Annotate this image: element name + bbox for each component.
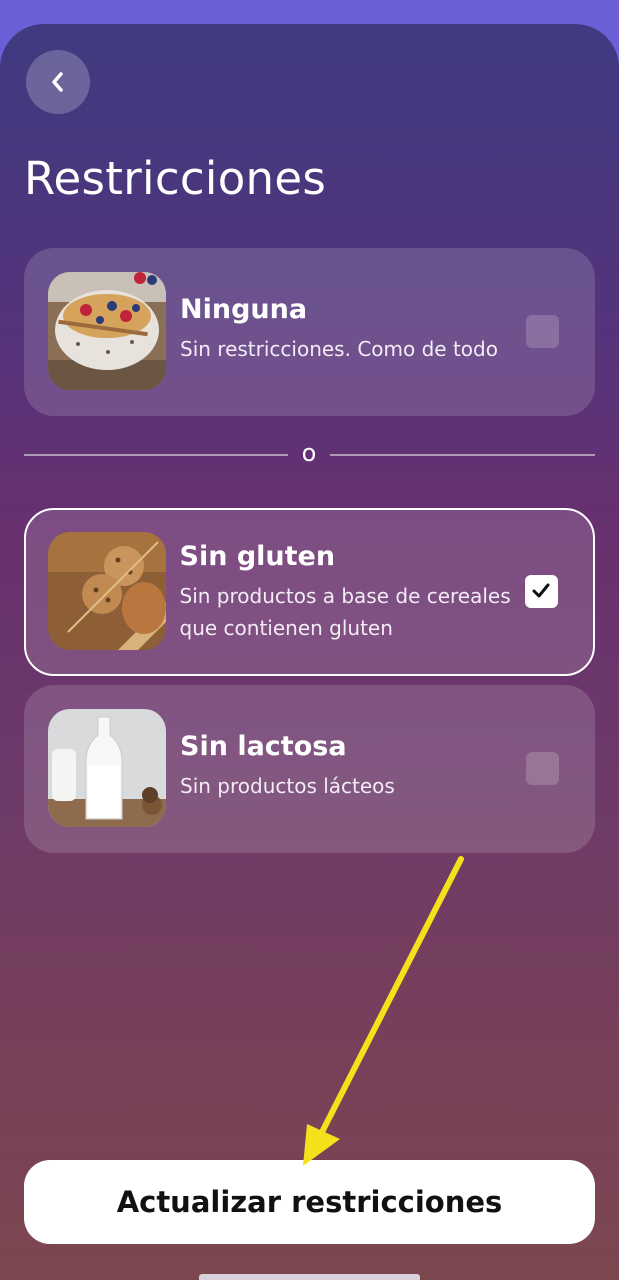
option-card-ninguna[interactable]: Ninguna Sin restricciones. Como de todo: [24, 248, 595, 416]
yogurt-bowl-image: [48, 272, 166, 390]
chevron-left-icon: [52, 72, 63, 92]
restrictions-screen: Restricciones Ninguna Sin restricciones.…: [0, 24, 619, 1280]
milk-bottle-image: [48, 709, 166, 827]
option-description: Sin productos a base de cereales que con…: [179, 584, 511, 640]
update-restrictions-button[interactable]: Actualizar restricciones: [24, 1160, 595, 1244]
option-card-sin-lactosa[interactable]: Sin lactosa Sin productos lácteos: [24, 685, 595, 853]
option-checkbox-checked[interactable]: [524, 574, 558, 608]
gluten-free-cookies-image: [47, 531, 166, 650]
divider-label: o: [301, 439, 317, 467]
divider-line: [330, 454, 595, 456]
home-indicator: [199, 1274, 420, 1280]
option-title: Sin gluten: [179, 541, 336, 572]
option-card-sin-gluten[interactable]: Sin gluten Sin productos a base de cerea…: [24, 508, 595, 676]
page-title: Restricciones: [24, 152, 327, 205]
option-checkbox[interactable]: [526, 315, 559, 348]
option-description: Sin restricciones. Como de todo: [180, 337, 498, 361]
option-checkbox[interactable]: [526, 752, 559, 785]
option-description: Sin productos lácteos: [180, 774, 395, 798]
option-title: Sin lactosa: [180, 731, 347, 762]
option-title: Ninguna: [180, 294, 308, 325]
checkmark-icon: [532, 583, 550, 598]
divider-line: [24, 454, 288, 456]
or-divider: o: [24, 439, 595, 467]
back-button[interactable]: [26, 50, 90, 114]
